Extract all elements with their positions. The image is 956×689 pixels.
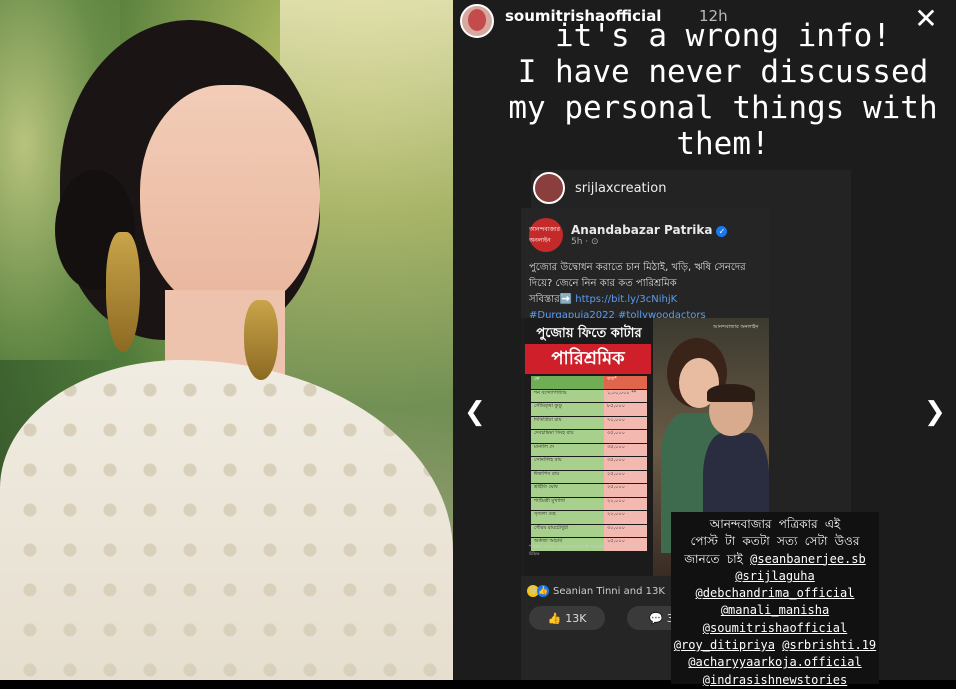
fb-post-header: আনন্দবাজার অনলাইন Anandabazar Patrika ✓ 5… [529, 218, 728, 252]
mention-link[interactable]: @soumitrishaofficial [703, 621, 848, 635]
fb-page-name[interactable]: Anandabazar Patrika [571, 223, 712, 237]
tag-text-line: @indrasishnewstories [671, 672, 879, 689]
actor-male-hair [707, 384, 755, 402]
table-row: শ্রাইতি ঘোষ ২৫,০০০ [531, 484, 647, 497]
table-header-value: কত* [604, 376, 647, 389]
instagram-story: soumitrishaofficial 12h ✕ it's a wrong i… [453, 0, 956, 687]
row-name: শ্যামৈত্রী মুখার্জি [531, 497, 604, 510]
tag-text-prefix: জানতে চাই [684, 551, 751, 566]
mention-link[interactable]: @seanbanerjee.sb [750, 552, 866, 566]
like-count: 13K [565, 611, 587, 625]
row-name: শ্রাইতি ঘোষ [531, 484, 604, 497]
row-name: সৌমিতৃষা কুণ্ডু [531, 403, 604, 416]
mention-link[interactable]: @manali_manisha [721, 603, 829, 617]
row-name: গৌরব রায়চৌধুরী [531, 524, 604, 537]
row-name: শন বন্দ্যোপাধ্যায় [531, 389, 604, 402]
fb-text-line-link: সবিস্তার➡️ https://bit.ly/3cNihjK [529, 292, 764, 308]
table-header: কে কত* [531, 376, 647, 389]
tag-text-line: @debchandrima_official [671, 585, 879, 602]
row-name: মানালি দে [531, 443, 604, 456]
promo-title-main: পারিশ্রমিক [525, 344, 651, 374]
tag-text-line: @manali_manisha [671, 602, 879, 619]
table-row: দেবচন্দ্রিমা সিংহ রায় ৩৫,০০০ [531, 430, 647, 443]
reshare-username[interactable]: srijlaxcreation [575, 181, 666, 196]
table-row: গৌরব রায়চৌধুরী ৩০,০০০ [531, 524, 647, 537]
like-reaction-icon: 👍 [537, 585, 549, 597]
fb-text-prefix: সবিস্তার➡️ [529, 294, 576, 305]
row-value: ৩৫,০০০ [604, 430, 647, 443]
story-caption: it's a wrong info! I have never discusse… [493, 18, 953, 162]
table-row: সৃজলা গুহ ২০,০০০ [531, 511, 647, 524]
promo-title-top: পুজোয় ফিতে কাটার [536, 326, 642, 341]
story-tag-box: আনন্দবাজার পত্রিকার এই পোস্ট টা কতটা সত্… [671, 512, 879, 687]
tag-text-line: @srijlaguha [671, 568, 879, 585]
table-row: সৌমিতৃষা কুণ্ডু ৮৫,০০০ [531, 403, 647, 416]
tag-text-line: @roy_ditipriya @srbrishti.19 [671, 637, 879, 654]
earring-left [106, 232, 140, 352]
row-name: ঈন্দ্রাশিস রায় [531, 470, 604, 483]
fb-text-line: পুজোর উদ্বোধন করাতে চান মিঠাই, খড়ি, ঋষি… [529, 262, 746, 273]
reshare-header: srijlaxcreation [533, 172, 666, 204]
row-name: দেবচন্দ্রিমা সিংহ রায় [531, 430, 604, 443]
promo-fee-table: কে কত* শন বন্দ্যোপাধ্যায় ১,০০,০০০ ** সৌমি… [531, 376, 647, 552]
table-row: সোনালিহ রায় ৩৫,০০০ [531, 457, 647, 470]
mention-link[interactable]: @debchandrima_official [696, 586, 855, 600]
earring-right [244, 300, 278, 380]
fb-reactions-text: Seanian Tinni and 13K [553, 585, 665, 597]
story-avatar[interactable] [460, 4, 494, 38]
caption-line: my personal things with [508, 90, 938, 126]
fb-text-line: দিয়ে? জেনে নিন কার কত পারিশ্রমিক [529, 278, 677, 289]
fb-page-logo[interactable]: আনন্দবাজার অনলাইন [529, 218, 563, 252]
thumbs-up-icon: 👍 [547, 611, 562, 625]
reshare-avatar[interactable] [533, 172, 565, 204]
profile-photo [0, 0, 453, 680]
mention-link[interactable]: @srijlaguha [735, 569, 814, 583]
row-value: ২০,০০০ [604, 511, 647, 524]
fb-post-text: পুজোর উদ্বোধন করাতে চান মিঠাই, খড়ি, ঋষি… [529, 260, 764, 324]
chevron-right-icon[interactable]: ❯ [924, 397, 946, 427]
table-row: শন বন্দ্যোপাধ্যায় ১,০০,০০০ ** [531, 389, 647, 402]
row-name: সোনালিহ রায় [531, 457, 604, 470]
caption-line: it's a wrong info! [555, 18, 891, 54]
row-value: ৭০,০০০ [604, 416, 647, 429]
photo-face [140, 85, 320, 315]
row-name: সৃজলা গুহ [531, 511, 604, 524]
table-row: মানালি দে ৩৫,০০০ [531, 443, 647, 456]
tag-text-line: @soumitrishaofficial [671, 620, 879, 637]
table-row: শ্যামৈত্রী মুখার্জি ২০,০০০ [531, 497, 647, 510]
row-name: দিতিপ্রিয়া রায় [531, 416, 604, 429]
fb-reactions[interactable]: 😆 👍 Seanian Tinni and 13K [527, 585, 665, 597]
comment-icon: 💬 [649, 611, 663, 625]
tag-text-line: জানতে চাই @seanbanerjee.sb [671, 551, 879, 568]
row-value: ৩৫,০০০ [604, 443, 647, 456]
table-row: ঈন্দ্রাশিস রায় ২৫,০০০ [531, 470, 647, 483]
tag-text-line: @acharyyaarkoja.official [671, 654, 879, 671]
tag-text-line: আনন্দবাজার পত্রিকার এই [709, 517, 841, 531]
table-row: দিতিপ্রিয়া রায় ৭০,০০০ [531, 416, 647, 429]
fb-post-link[interactable]: https://bit.ly/3cNihjK [575, 294, 677, 305]
tag-text-line: পোস্ট টা কতটা সত্য সেটা উওর [690, 534, 860, 549]
mention-link[interactable]: @srbrishti.19 [782, 638, 876, 652]
row-value: ৩৫,০০০ [604, 457, 647, 470]
row-value: ৩০,০০০ [604, 524, 647, 537]
caption-line: I have never discussed [517, 54, 929, 90]
row-value: ২৫,০০০ [604, 470, 647, 483]
row-value: ২৫,০০০ [604, 484, 647, 497]
row-value: ১,০০,০০০ ** [604, 389, 647, 402]
caption-line: them! [676, 126, 770, 162]
verified-badge-icon: ✓ [716, 226, 728, 237]
mention-link[interactable]: @acharyyaarkoja.official [688, 655, 861, 669]
table-header-name: কে [531, 376, 604, 389]
mention-link[interactable]: @roy_ditipriya [674, 638, 775, 652]
promo-brand-label: আনন্দবাজার অনলাইন [713, 324, 759, 330]
fb-post-time: 5h · ⊙ [571, 237, 599, 247]
fb-page-name-row: Anandabazar Patrika ✓ [571, 223, 728, 237]
like-button[interactable]: 👍 13K [529, 606, 605, 630]
row-value: ৮৫,০০০ [604, 403, 647, 416]
chevron-left-icon[interactable]: ❮ [464, 397, 486, 427]
promo-footnote: * সম্ভাব্য ব্যাবস্থা। জনসংযোগ অনুযায়ী প… [529, 544, 643, 556]
row-value: ২০,০০০ [604, 497, 647, 510]
